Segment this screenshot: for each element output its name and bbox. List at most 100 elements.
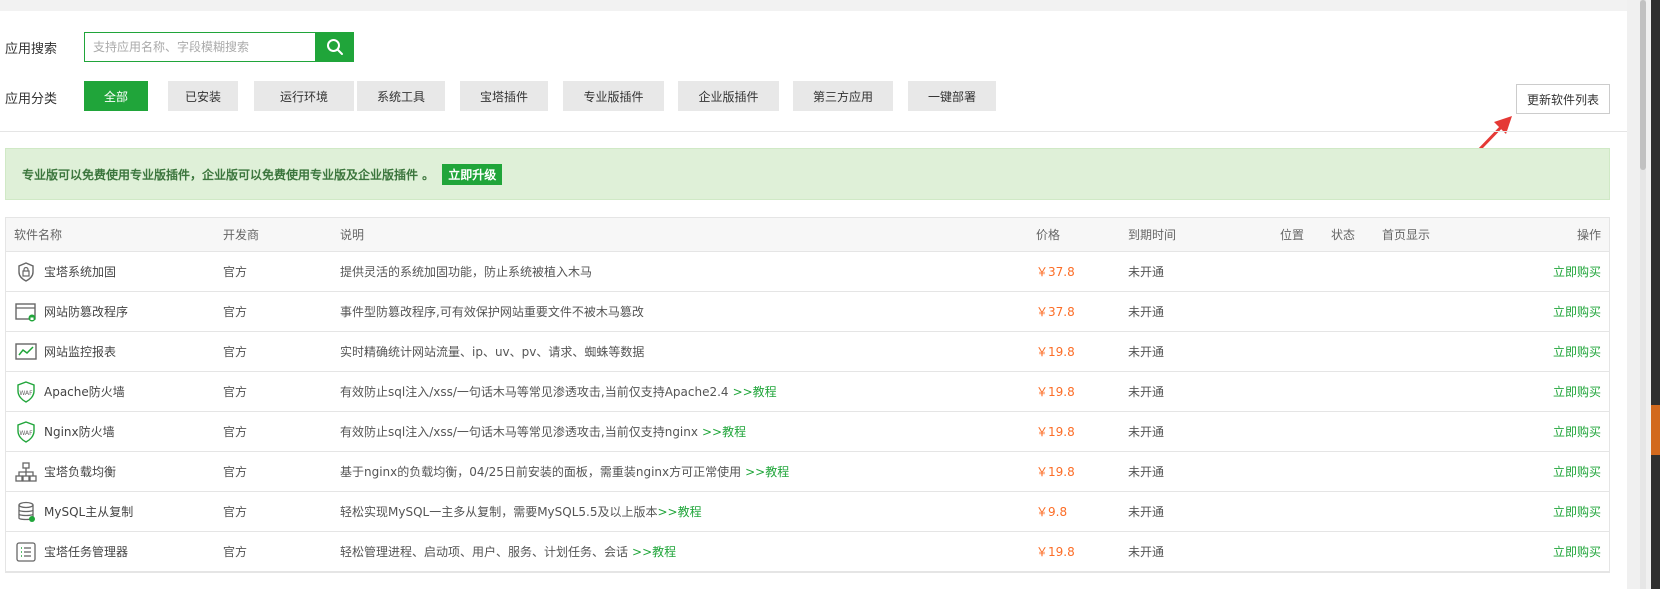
developer-cell: 官方 (223, 345, 248, 359)
table-row: 宝塔负载均衡 官方 基于nginx的负载均衡，04/25日前安装的面板，需重装n… (6, 452, 1609, 492)
category-one-click-deploy[interactable]: 一键部署 (908, 81, 996, 111)
software-name: 宝塔系统加固 (44, 265, 117, 279)
update-software-list-button[interactable]: 更新软件列表 (1516, 84, 1610, 114)
price-cell: ￥19.8 (1036, 545, 1075, 559)
category-enterprise-plugins[interactable]: 企业版插件 (678, 81, 779, 111)
search-label: 应用搜索 (5, 42, 58, 57)
software-name-cell[interactable]: 宝塔系统加固 (14, 252, 116, 292)
description-text: 轻松管理进程、启动项、用户、服务、计划任务、会话 (340, 545, 629, 559)
expire-cell: 未开通 (1128, 305, 1165, 319)
table-row: 网站监控报表 官方 实时精确统计网站流量、ip、uv、pv、请求、蜘蛛等数据 ￥… (6, 332, 1609, 372)
window-edge-accent (1651, 405, 1660, 455)
header-description: 说明 (340, 228, 365, 242)
software-name-cell[interactable]: 网站监控报表 (14, 332, 116, 372)
buy-now-link[interactable]: 立即购买 (1553, 412, 1601, 452)
buy-now-link[interactable]: 立即购买 (1553, 332, 1601, 372)
database-icon (14, 500, 38, 524)
table-row: 网站防篡改程序 官方 事件型防篡改程序,可有效保护网站重要文件不被木马篡改 ￥3… (6, 292, 1609, 332)
header-name: 软件名称 (14, 228, 63, 242)
buy-now-link[interactable]: 立即购买 (1553, 372, 1601, 412)
category-pro-plugins[interactable]: 专业版插件 (563, 81, 664, 111)
description-text: 提供灵活的系统加固功能，防止系统被植入木马 (340, 265, 593, 279)
software-name: MySQL主从复制 (44, 505, 134, 519)
description-cell: 实时精确统计网站流量、ip、uv、pv、请求、蜘蛛等数据 (340, 332, 644, 372)
description-cell: 事件型防篡改程序,可有效保护网站重要文件不被木马篡改 (340, 292, 644, 332)
software-name-cell[interactable]: MySQL主从复制 (14, 492, 133, 532)
software-name-cell[interactable]: 网站防篡改程序 (14, 292, 128, 332)
developer-cell: 官方 (223, 305, 248, 319)
search-icon (327, 39, 343, 55)
developer-cell: 官方 (223, 545, 248, 559)
description-text: 有效防止sql注入/xss/一句话木马等常见渗透攻击,当前仅支持Apache2.… (340, 385, 729, 399)
buy-now-link[interactable]: 立即购买 (1553, 532, 1601, 572)
svg-text:WAF: WAF (19, 390, 33, 397)
waf-shield-icon: WAF (14, 420, 38, 444)
expire-cell: 未开通 (1128, 385, 1165, 399)
category-label: 应用分类 (5, 92, 58, 107)
description-text: 基于nginx的负载均衡，04/25日前安装的面板，需重装nginx方可正常使用 (340, 465, 742, 479)
header-developer: 开发商 (223, 228, 260, 242)
software-name-cell[interactable]: WAF Nginx防火墙 (14, 412, 115, 452)
waf-shield-icon: WAF (14, 380, 38, 404)
expire-cell: 未开通 (1128, 425, 1165, 439)
software-name-cell[interactable]: 宝塔负载均衡 (14, 452, 116, 492)
buy-now-link[interactable]: 立即购买 (1553, 292, 1601, 332)
table-row: MySQL主从复制 官方 轻松实现MySQL一主多从复制，需要MySQL5.5及… (6, 492, 1609, 532)
buy-now-link[interactable]: 立即购买 (1553, 452, 1601, 492)
expire-cell: 未开通 (1128, 345, 1165, 359)
expire-cell: 未开通 (1128, 465, 1165, 479)
section-divider (0, 131, 1627, 132)
software-name: Apache防火墙 (44, 385, 125, 399)
developer-cell: 官方 (223, 265, 248, 279)
software-name-cell[interactable]: WAF Apache防火墙 (14, 372, 125, 412)
software-name-cell[interactable]: 宝塔任务管理器 (14, 532, 128, 572)
description-cell: 有效防止sql注入/xss/一句话木马等常见渗透攻击,当前仅支持Apache2.… (340, 372, 777, 412)
buy-now-link[interactable]: 立即购买 (1553, 492, 1601, 532)
description-cell: 提供灵活的系统加固功能，防止系统被植入木马 (340, 252, 592, 292)
software-name: 宝塔负载均衡 (44, 465, 117, 479)
category-third-party[interactable]: 第三方应用 (793, 81, 893, 111)
software-name: Nginx防火墙 (44, 425, 115, 439)
description-cell: 有效防止sql注入/xss/一句话木马等常见渗透攻击,当前仅支持nginx >>教… (340, 412, 746, 452)
upgrade-now-button[interactable]: 立即升级 (442, 163, 503, 185)
category-all[interactable]: 全部 (84, 81, 148, 111)
tutorial-link[interactable]: >>教程 (733, 385, 777, 399)
table-row: 宝塔系统加固 官方 提供灵活的系统加固功能，防止系统被植入木马 ￥37.8 未开… (6, 252, 1609, 292)
category-installed[interactable]: 已安装 (168, 81, 238, 111)
tutorial-link[interactable]: >>教程 (702, 425, 746, 439)
notice-text: 专业版可以免费使用专业版插件，企业版可以免费使用专业版及企业版插件 。 (22, 167, 435, 182)
developer-cell: 官方 (223, 465, 248, 479)
header-expire: 到期时间 (1128, 228, 1177, 242)
window-edge (1651, 0, 1660, 589)
category-bt-plugins[interactable]: 宝塔插件 (460, 81, 548, 111)
task-list-icon (14, 540, 38, 564)
network-tree-icon (14, 460, 38, 484)
software-table: 软件名称 开发商 说明 价格 到期时间 位置 状态 首页显示 操作 宝塔系统加固… (5, 217, 1610, 573)
tutorial-link[interactable]: >>教程 (745, 465, 789, 479)
expire-cell: 未开通 (1128, 545, 1165, 559)
top-strip (0, 0, 1627, 11)
description-text: 有效防止sql注入/xss/一句话木马等常见渗透攻击,当前仅支持nginx (340, 425, 698, 439)
tutorial-link[interactable]: >>教程 (658, 505, 702, 519)
browser-lock-icon (14, 300, 38, 324)
upgrade-notice: 专业版可以免费使用专业版插件，企业版可以免费使用专业版及企业版插件 。 立即升级 (5, 148, 1610, 200)
developer-cell: 官方 (223, 505, 248, 519)
table-row: WAF Apache防火墙 官方 有效防止sql注入/xss/一句话木马等常见渗… (6, 372, 1609, 412)
category-system-tools[interactable]: 系统工具 (357, 81, 445, 111)
table-header: 软件名称 开发商 说明 价格 到期时间 位置 状态 首页显示 操作 (6, 218, 1609, 252)
chart-monitor-icon (14, 340, 38, 364)
expire-cell: 未开通 (1128, 505, 1165, 519)
scrollbar-thumb[interactable] (1640, 0, 1646, 170)
software-name: 网站防篡改程序 (44, 305, 129, 319)
tutorial-link[interactable]: >>教程 (632, 545, 676, 559)
buy-now-link[interactable]: 立即购买 (1553, 252, 1601, 292)
software-name: 网站监控报表 (44, 345, 117, 359)
description-cell: 轻松实现MySQL一主多从复制，需要MySQL5.5及以上版本>>教程 (340, 492, 702, 532)
description-text: 轻松实现MySQL一主多从复制，需要MySQL5.5及以上版本 (340, 505, 658, 519)
search-input[interactable] (84, 32, 316, 62)
category-runtime[interactable]: 运行环境 (254, 81, 354, 111)
expire-cell: 未开通 (1128, 265, 1165, 279)
description-cell: 轻松管理进程、启动项、用户、服务、计划任务、会话 >>教程 (340, 532, 676, 572)
developer-cell: 官方 (223, 425, 248, 439)
search-button[interactable] (316, 32, 354, 62)
